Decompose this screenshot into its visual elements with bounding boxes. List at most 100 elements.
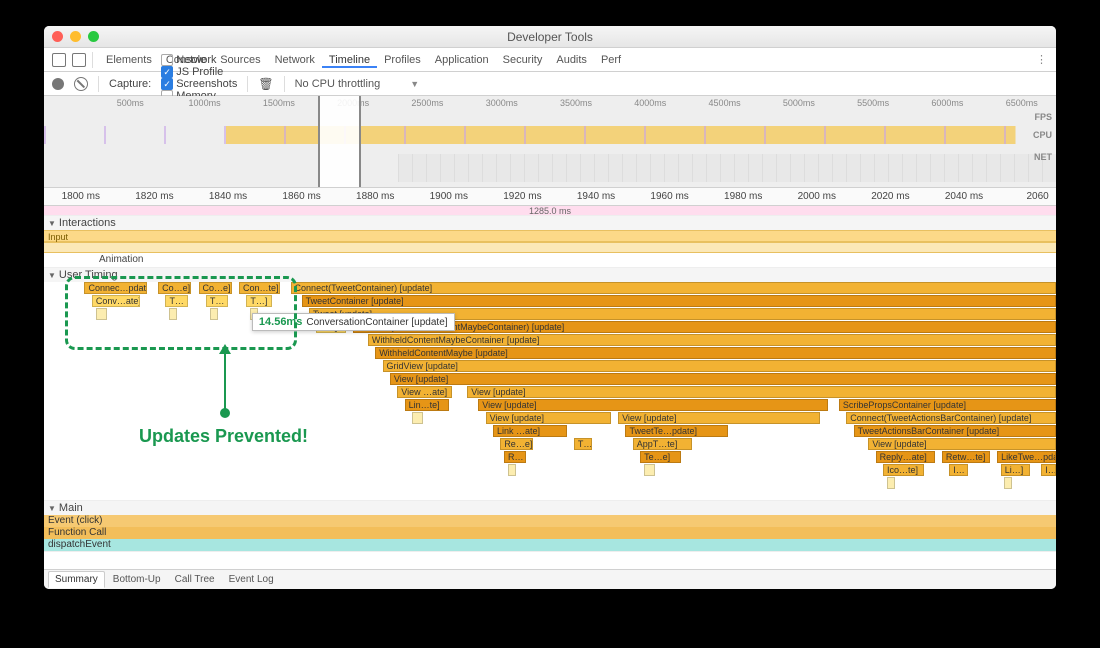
flame-bar[interactable]	[169, 308, 177, 320]
flame-bar[interactable]: TweetActionsBarContainer [update]	[854, 425, 1056, 437]
overview-tick: 3000ms	[486, 98, 518, 108]
flame-chart[interactable]: Connec…pdate] Co…e] Co…e] Con…te] Connect(Tw…	[44, 282, 1056, 500]
capture-network[interactable]: Network	[161, 54, 237, 66]
overview-tick: 3500ms	[560, 98, 592, 108]
flame-bar[interactable]: View [update]	[467, 386, 1056, 398]
flame-bar[interactable]: Li…]	[1001, 464, 1030, 476]
tab-timeline[interactable]: Timeline	[322, 54, 377, 68]
flame-bar[interactable]: View …ate]	[397, 386, 452, 398]
flame-bar[interactable]	[508, 464, 516, 476]
flame-bar[interactable]: Reply…ate]	[876, 451, 935, 463]
ruler-tick: 2060	[1026, 191, 1048, 202]
tab-network[interactable]: Network	[268, 54, 322, 66]
flame-bar[interactable]: Te…e]	[640, 451, 680, 463]
flame-bar[interactable]: Con…te]	[239, 282, 279, 294]
overview-tick: 1000ms	[189, 98, 221, 108]
titlebar: Developer Tools	[44, 26, 1056, 48]
details-tab-bottom-up[interactable]: Bottom-Up	[107, 572, 167, 587]
clear-button[interactable]	[74, 77, 88, 91]
tab-profiles[interactable]: Profiles	[377, 54, 428, 66]
flame-bar[interactable]: Co…e]	[199, 282, 232, 294]
details-tab-call-tree[interactable]: Call Tree	[169, 572, 221, 587]
net-label: NET	[1034, 152, 1052, 162]
flame-bar[interactable]	[210, 308, 218, 320]
record-button[interactable]	[52, 78, 64, 90]
flame-bar[interactable]: Connect(WithheldContentMaybeContainer) […	[353, 321, 1056, 333]
overview-tick: 5000ms	[783, 98, 815, 108]
flame-bar[interactable]: GridView [update]	[383, 360, 1056, 372]
gc-icon[interactable]: 🗑	[258, 77, 273, 91]
cpu-throttle-select[interactable]: No CPU throttling ▼	[295, 78, 420, 90]
flame-bar[interactable]: Connect(TweetActionsBarContainer) [updat…	[846, 412, 1056, 424]
flame-bar[interactable]: Re…e]	[500, 438, 533, 450]
ruler-tick: 1940 ms	[577, 191, 615, 202]
flame-bar[interactable]: View [update]	[390, 373, 1056, 385]
flame-bar[interactable]: Link …ate]	[493, 425, 567, 437]
tab-elements[interactable]: Elements	[99, 54, 159, 66]
overflow-menu-icon[interactable]: ⋮	[1036, 53, 1048, 66]
device-icon[interactable]	[72, 53, 86, 67]
flame-bar[interactable]: Connec…pdate]	[84, 282, 147, 294]
ruler-tick: 1840 ms	[209, 191, 247, 202]
main-section[interactable]: ▼Main	[44, 501, 1056, 515]
flame-bar[interactable]: T…	[165, 295, 187, 307]
flame-bar[interactable]: Conv…ate]	[92, 295, 140, 307]
flame-bar[interactable]: T…	[574, 438, 592, 450]
fps-label: FPS	[1034, 112, 1052, 122]
flame-bar[interactable]: WithheldContentMaybe [update]	[375, 347, 1056, 359]
flame-bar[interactable]: AppT…te]	[633, 438, 692, 450]
timeline-overview[interactable]: 500ms1000ms1500ms2000ms2500ms3000ms3500m…	[44, 96, 1056, 188]
flame-bar[interactable]: Retw…te]	[942, 451, 990, 463]
flame-tooltip: 14.56msConversationContainer [update]	[252, 313, 455, 331]
animation-label: Animation	[44, 253, 1056, 267]
annotation-arrow	[224, 350, 226, 410]
overview-selection[interactable]	[318, 96, 360, 187]
flame-bar[interactable]: TweetTe…pdate]	[625, 425, 728, 437]
flame-bar[interactable]: LikeTwe…pdate]	[997, 451, 1056, 463]
zoom-icon[interactable]	[88, 31, 99, 42]
flame-bar[interactable]: R…	[504, 451, 526, 463]
capture-js-profile[interactable]: ✓JS Profile	[161, 66, 237, 78]
details-tab-event-log[interactable]: Event Log	[223, 572, 280, 587]
flame-bar[interactable]: View [update]	[486, 412, 611, 424]
flame-bar[interactable]: View [update]	[478, 399, 828, 411]
overview-tick: 2500ms	[411, 98, 443, 108]
flame-bar[interactable]: Ico…te]	[883, 464, 923, 476]
details-tab-summary[interactable]: Summary	[48, 571, 105, 588]
checkbox-icon: ✓	[161, 66, 173, 78]
time-ruler[interactable]: 1800 ms1820 ms1840 ms1860 ms1880 ms1900 …	[44, 188, 1056, 206]
flame-bar[interactable]: View [update]	[868, 438, 1056, 450]
tab-perf[interactable]: Perf	[594, 54, 628, 66]
flame-bar[interactable]: TweetContainer [update]	[302, 295, 1056, 307]
tab-application[interactable]: Application	[428, 54, 496, 66]
minimize-icon[interactable]	[70, 31, 81, 42]
capture-label: Capture:	[109, 78, 151, 90]
flame-bar[interactable]: Lin…te]	[405, 399, 449, 411]
flame-bar[interactable]: I…	[949, 464, 967, 476]
tab-audits[interactable]: Audits	[549, 54, 594, 66]
capture-screenshots[interactable]: ✓Screenshots	[161, 78, 237, 90]
flame-bar[interactable]: Co…e]	[158, 282, 191, 294]
flame-bar[interactable]: View [update]	[618, 412, 820, 424]
inspect-icon[interactable]	[52, 53, 66, 67]
details-tabs: SummaryBottom-UpCall TreeEvent Log	[44, 569, 1056, 589]
interactions-section[interactable]: ▼Interactions	[44, 216, 1056, 230]
flame-bar[interactable]	[96, 308, 107, 320]
flame-bar[interactable]	[644, 464, 655, 476]
devtools-window: Developer Tools ElementsConsoleSourcesNe…	[44, 26, 1056, 589]
flame-bar[interactable]: T…	[206, 295, 228, 307]
flame-bar[interactable]	[412, 412, 423, 424]
flame-bar[interactable]: WithheldContentMaybeContainer [update]	[368, 334, 1056, 346]
ruler-tick: 2040 ms	[945, 191, 983, 202]
tab-security[interactable]: Security	[496, 54, 550, 66]
close-icon[interactable]	[52, 31, 63, 42]
flame-bar[interactable]: Connect(TweetContainer) [update]	[291, 282, 1056, 294]
flame-bar[interactable]	[887, 477, 895, 489]
chevron-down-icon: ▼	[410, 79, 419, 89]
flame-bar[interactable]: I…	[1041, 464, 1056, 476]
flame-bar[interactable]: T…]	[246, 295, 272, 307]
flame-bar[interactable]: ScribePropsContainer [update]	[839, 399, 1056, 411]
user-timing-section[interactable]: ▼User Timing	[44, 268, 1056, 282]
flame-bar[interactable]	[1004, 477, 1012, 489]
traffic-lights	[52, 31, 99, 42]
